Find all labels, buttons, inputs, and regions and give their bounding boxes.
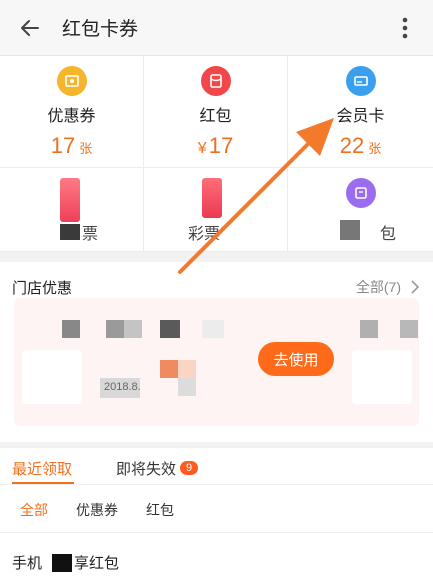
store-coupon-card[interactable]: 2018.8. 去使用 <box>14 298 419 426</box>
page-title: 红包卡券 <box>62 19 139 40</box>
censored-block <box>60 224 80 240</box>
censored-block <box>124 320 142 338</box>
list-divider <box>0 532 433 533</box>
tile-label: 红包 <box>199 108 232 125</box>
censored-block <box>160 320 180 338</box>
store-offers-section: 门店优惠 全部(7) 2018.8. 去使用 <box>0 262 433 442</box>
tile-count: 17 张 <box>50 133 93 158</box>
coupon-icon <box>56 66 87 96</box>
ticket-tile[interactable]: 票 <box>0 168 144 252</box>
censored-block <box>106 320 124 338</box>
tab-label: 即将失效 <box>116 461 177 478</box>
app-header: 红包卡券 <box>0 0 433 56</box>
filter-all[interactable]: 全部 <box>20 500 48 520</box>
lottery-tile[interactable]: 彩票 <box>144 168 288 252</box>
chevron-right-icon <box>411 280 419 294</box>
use-now-label: 去使用 <box>273 351 319 369</box>
use-now-button[interactable]: 去使用 <box>258 342 334 376</box>
card-inner <box>22 350 82 404</box>
list-item-label: 手机 <box>12 555 43 572</box>
red-packet-tile[interactable]: 红包 ¥17 <box>144 56 288 168</box>
tab-label: 最近领取 <box>12 461 73 478</box>
coupon-tile[interactable]: 优惠券 17 张 <box>0 56 144 168</box>
lottery-icon <box>202 178 222 218</box>
tile-label: 票 <box>82 226 99 243</box>
censored-block <box>62 320 80 338</box>
red-packet-icon <box>200 66 231 96</box>
more-vertical-icon <box>402 17 408 39</box>
view-all-label: 全部(7) <box>355 279 401 295</box>
coupon-list-section: 最近领取 即将失效 9 全部 优惠券 红包 手机 享红包 <box>0 448 433 586</box>
tile-count: 22 张 <box>339 133 382 158</box>
section-title: 门店优惠 <box>12 280 73 297</box>
censored-block <box>178 360 196 378</box>
view-all-link[interactable]: 全部(7) <box>356 277 419 297</box>
tile-label: 彩票 <box>188 226 221 243</box>
censored-block <box>360 320 378 338</box>
tabs-divider <box>0 484 433 485</box>
expiry-date: 2018.8. <box>104 381 141 393</box>
tab-recent[interactable]: 最近领取 <box>12 458 72 479</box>
arrow-left-icon <box>21 19 39 36</box>
card-category-grid: 优惠券 17 张 红包 ¥17 会员卡 22 张 票 彩票 包 <box>0 56 433 252</box>
tile-count: ¥17 <box>197 133 234 158</box>
censored-block <box>340 220 360 240</box>
censored-block <box>202 320 224 338</box>
list-item-label: 享红包 <box>74 555 120 572</box>
list-item[interactable]: 手机 享红包 <box>12 552 119 573</box>
member-card-tile[interactable]: 会员卡 22 张 <box>288 56 433 168</box>
tile-label: 会员卡 <box>336 108 385 125</box>
member-card-icon <box>345 66 376 96</box>
ticket-icon <box>60 178 80 222</box>
card-inner <box>352 350 412 404</box>
censored-block <box>160 360 178 378</box>
tile-label: 优惠券 <box>47 108 96 125</box>
bag-icon <box>346 178 376 208</box>
censored-block <box>178 378 196 396</box>
censored-block <box>52 553 73 572</box>
back-button[interactable] <box>16 14 44 42</box>
filter-coupon[interactable]: 优惠券 <box>76 500 118 520</box>
filter-red-packet[interactable]: 红包 <box>146 500 174 520</box>
tab-expiring[interactable]: 即将失效 9 <box>116 458 199 479</box>
more-button[interactable] <box>395 14 415 42</box>
expiring-count-badge: 9 <box>180 461 199 475</box>
censored-block <box>400 320 418 338</box>
bag-tile[interactable]: 包 <box>288 168 433 252</box>
tile-label: 包 <box>380 226 397 243</box>
